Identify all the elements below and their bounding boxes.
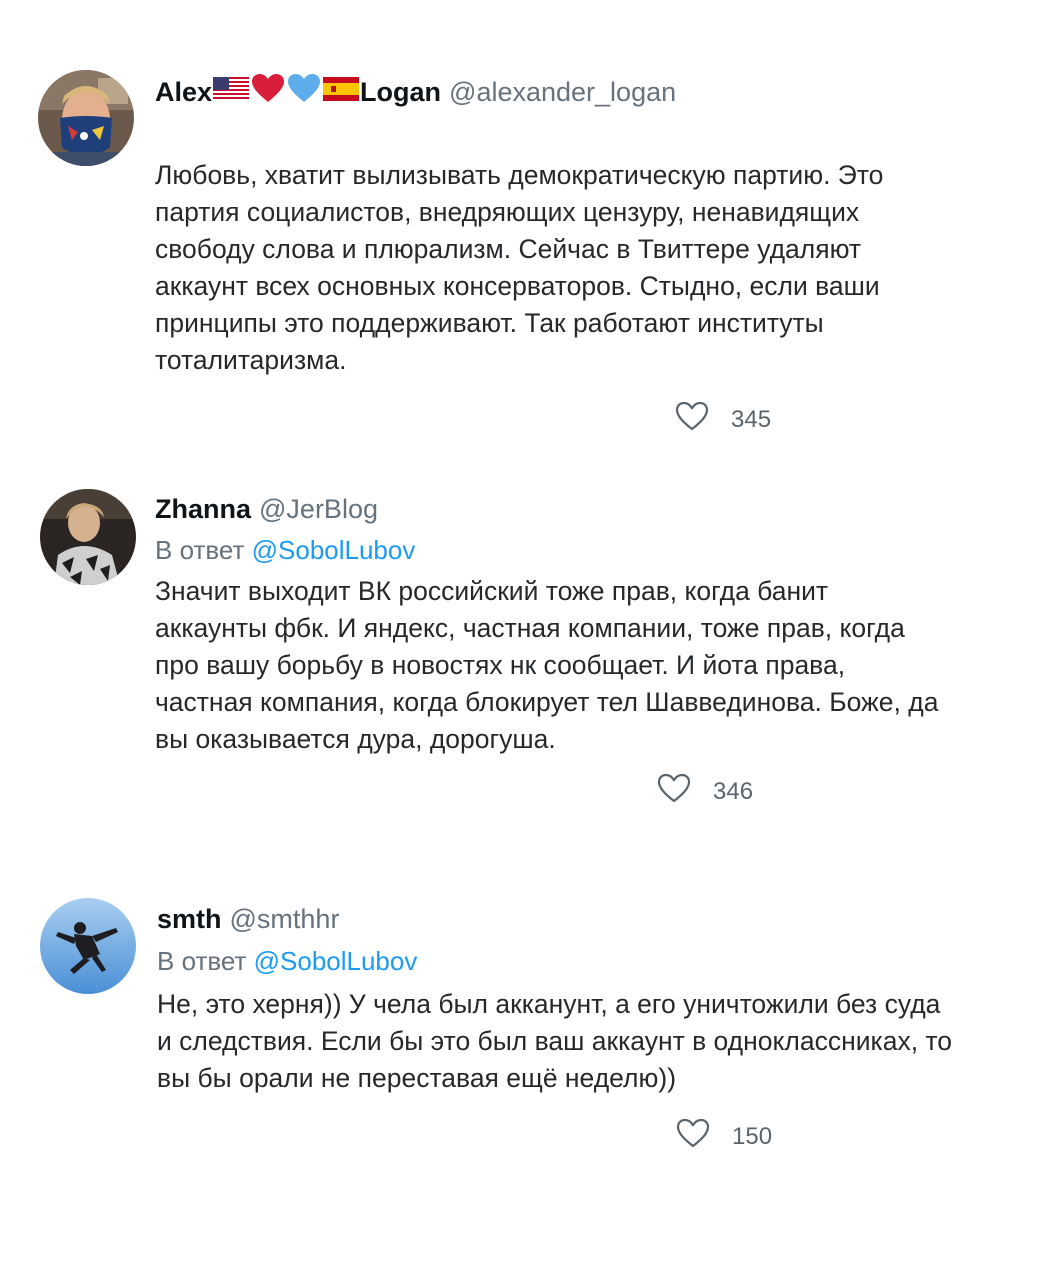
like-count: 346 <box>713 777 754 805</box>
tweet-text-line: Не, это херня)) У чела был акканунт, а е… <box>157 989 941 1019</box>
tweet-header: smth @smthhr <box>157 902 339 936</box>
blue-heart-icon <box>287 73 321 111</box>
reply-context: В ответ @SobolLubov <box>155 533 415 567</box>
heart-outline-icon <box>676 1118 710 1155</box>
reply-mention-link[interactable]: @SobolLubov <box>254 946 418 976</box>
like-button[interactable]: 346 <box>657 773 753 810</box>
tweet-text: Не, это херня)) У чела был акканунт, а е… <box>157 986 952 1097</box>
tweet-text: Значит выходит ВК российский тоже прав, … <box>155 573 938 758</box>
display-name[interactable]: smth <box>157 902 222 936</box>
tweet-text-line: частная компания, когда блокирует тел Ша… <box>155 687 939 717</box>
us-flag-icon <box>213 75 250 109</box>
avatar[interactable] <box>38 70 134 166</box>
reply-mention-link[interactable]: @SobolLubov <box>252 535 416 565</box>
heart-outline-icon <box>657 773 691 810</box>
avatar[interactable] <box>40 898 136 994</box>
like-button[interactable]: 345 <box>675 401 771 438</box>
tweet-text-line: Любовь, хватит вылизывать демократическу… <box>155 160 884 190</box>
avatar[interactable] <box>40 489 136 585</box>
tweet: Alex Logan @alexander_logan Любовь, хват… <box>0 0 1051 470</box>
tweet-text: Любовь, хватит вылизывать демократическу… <box>155 157 883 379</box>
reply-context: В ответ @SobolLubov <box>157 944 417 978</box>
tweet-text-line: вы бы орали не переставая ещё неделю)) <box>157 1063 677 1093</box>
tweet-text-line: тоталитаризма. <box>155 345 347 375</box>
tweet-text-line: вы оказывается дура, дорогуша. <box>155 724 556 754</box>
user-handle[interactable]: @alexander_logan <box>449 75 676 109</box>
tweet: smth @smthhr В ответ @SobolLubov Не, это… <box>0 870 1051 1280</box>
user-handle[interactable]: @smthhr <box>230 902 340 936</box>
tweet-header: Zhanna @JerBlog <box>155 492 378 526</box>
tweet-text-line: аккаунты фбк. И яндекс, частная компании… <box>155 613 905 643</box>
tweet-text-line: и следствия. Если бы это был ваш аккаунт… <box>157 1026 953 1056</box>
like-count: 150 <box>732 1122 773 1150</box>
tweet-text-line: про вашу борьбу в новостях нк сообщает. … <box>155 650 846 680</box>
spain-flag-icon <box>323 75 360 109</box>
tweet-header: Alex Logan @alexander_logan <box>155 73 676 111</box>
tweet-text-line: принципы это поддерживают. Так работают … <box>155 308 824 338</box>
reply-prefix: В ответ <box>155 535 245 565</box>
tweet-text-line: партия социалистов, внедряющих цензуру, … <box>155 197 860 227</box>
tweet-text-line: свободу слова и плюрализм. Сейчас в Твит… <box>155 234 862 264</box>
heart-outline-icon <box>675 401 709 438</box>
display-name[interactable]: Zhanna <box>155 492 251 526</box>
display-name-suffix[interactable]: Logan <box>360 75 441 109</box>
user-handle[interactable]: @JerBlog <box>259 492 378 526</box>
tweet: Zhanna @JerBlog В ответ @SobolLubov Знач… <box>0 470 1051 870</box>
like-button[interactable]: 150 <box>676 1118 772 1155</box>
like-count: 345 <box>731 405 772 433</box>
reply-prefix: В ответ <box>157 946 247 976</box>
tweet-text-line: аккаунт всех основных консерваторов. Сты… <box>155 271 880 301</box>
red-heart-icon <box>251 73 285 111</box>
tweet-text-line: Значит выходит ВК российский тоже прав, … <box>155 576 829 606</box>
display-name[interactable]: Alex <box>155 75 212 109</box>
